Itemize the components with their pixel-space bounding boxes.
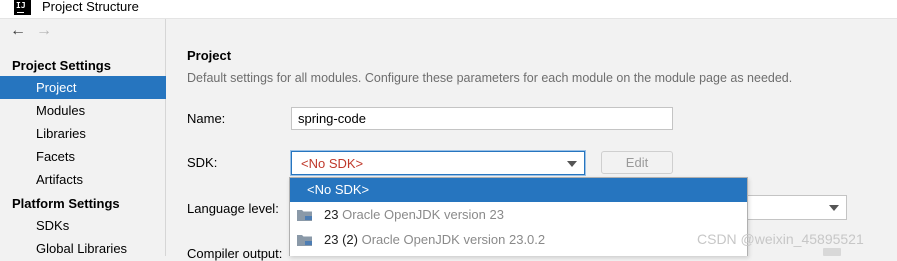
folder-icon xyxy=(297,210,312,221)
dropdown-item-no-sdk[interactable]: <No SDK> xyxy=(290,178,747,202)
dropdown-item-jdk-23-2[interactable]: 23 (2) Oracle OpenJDK version 23.0.2 xyxy=(290,228,747,252)
window-title: Project Structure xyxy=(42,0,139,14)
compiler-output-label: Compiler output: xyxy=(187,246,283,261)
title-bar: IJ Project Structure xyxy=(0,0,897,19)
jdk-version: 23 Oracle OpenJDK version 23 xyxy=(324,207,504,222)
dropdown-item-jdk-23[interactable]: 23 Oracle OpenJDK version 23 xyxy=(290,203,747,227)
forward-arrow-icon[interactable]: → xyxy=(36,23,52,39)
project-settings-header: Project Settings xyxy=(12,58,111,73)
sidebar: ← → Project Settings Project Modules Lib… xyxy=(0,19,166,256)
sidebar-item-project[interactable]: Project xyxy=(0,76,166,99)
sidebar-item-sdks[interactable]: SDKs xyxy=(0,214,166,237)
folder-icon xyxy=(297,235,312,246)
sdk-combobox[interactable]: <No SDK> xyxy=(291,151,585,175)
sidebar-item-facets[interactable]: Facets xyxy=(0,145,166,168)
back-arrow-icon[interactable]: ← xyxy=(10,23,26,39)
language-level-combobox[interactable] xyxy=(747,195,847,220)
name-label: Name: xyxy=(187,111,226,126)
language-level-label: Language level: xyxy=(187,201,279,216)
watermark: CSDN @weixin_45895521 xyxy=(697,231,864,247)
intellij-app-icon: IJ xyxy=(14,0,31,15)
platform-settings-header: Platform Settings xyxy=(12,196,120,211)
project-name-input[interactable] xyxy=(291,107,673,130)
sidebar-item-libraries[interactable]: Libraries xyxy=(0,122,166,145)
chevron-down-icon xyxy=(567,161,577,167)
sdk-label: SDK: xyxy=(187,155,218,170)
sdk-selected-value: <No SDK> xyxy=(301,156,364,171)
page-description: Default settings for all modules. Config… xyxy=(187,71,793,85)
sidebar-item-artifacts[interactable]: Artifacts xyxy=(0,168,166,191)
folder-browse-icon[interactable] xyxy=(823,248,841,256)
sdk-dropdown-list: <No SDK> 23 Oracle OpenJDK version 23 23… xyxy=(289,177,748,256)
jdk-version: 23 (2) Oracle OpenJDK version 23.0.2 xyxy=(324,232,546,247)
sidebar-item-global-libraries[interactable]: Global Libraries xyxy=(0,237,166,260)
page-title: Project xyxy=(187,48,232,63)
sidebar-item-modules[interactable]: Modules xyxy=(0,99,166,122)
edit-sdk-button[interactable]: Edit xyxy=(601,151,673,174)
chevron-down-icon xyxy=(829,205,839,211)
